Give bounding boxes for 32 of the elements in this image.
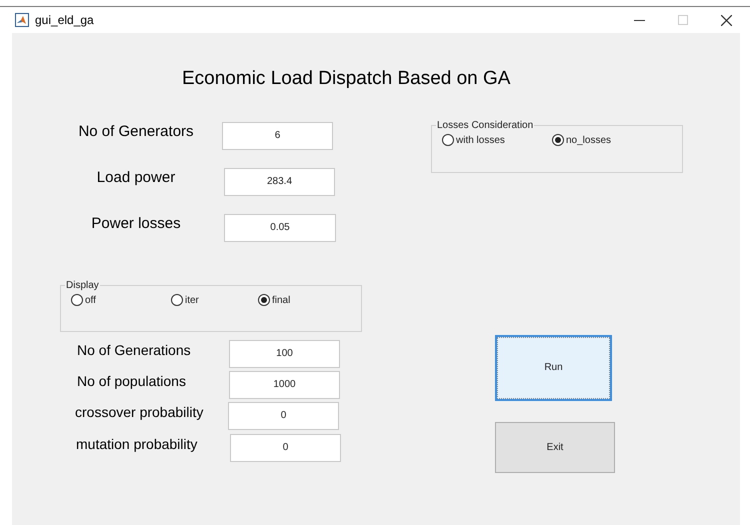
input-field[interactable]: 283.4 xyxy=(224,168,335,196)
field-label: No of Generations xyxy=(77,340,192,360)
action-button[interactable]: Exit xyxy=(495,422,615,472)
radio-label: no_losses xyxy=(566,134,612,148)
heading: Economic Load Dispatch Based on GA xyxy=(182,67,510,91)
radio-button[interactable] xyxy=(552,134,564,146)
input-field[interactable]: 0 xyxy=(228,402,339,430)
group-title: Display xyxy=(65,278,100,292)
field-label: No of Generators xyxy=(77,122,195,142)
input-field[interactable]: 100 xyxy=(229,340,340,368)
radio-button[interactable] xyxy=(171,294,183,306)
group-title: Losses Consideration xyxy=(436,118,534,132)
radio-button[interactable] xyxy=(258,294,270,306)
field-label: No of populations xyxy=(77,372,187,391)
window-title: gui_eld_ga xyxy=(35,12,94,29)
radio-label: iter xyxy=(185,294,199,308)
field-label: Power losses xyxy=(90,214,182,234)
radio-label: off xyxy=(85,294,96,308)
radio-label: with losses xyxy=(456,134,505,148)
close-icon[interactable] xyxy=(721,14,732,26)
radio-button[interactable] xyxy=(442,134,454,146)
input-field[interactable]: 6 xyxy=(222,122,333,150)
radio-label: final xyxy=(272,294,290,308)
field-label: Load power xyxy=(96,168,176,188)
input-field[interactable]: 1000 xyxy=(229,370,340,398)
field-label: crossover probability xyxy=(75,402,204,422)
radio-button[interactable] xyxy=(71,294,83,306)
action-button[interactable]: Run xyxy=(495,334,612,400)
app-logo-icon xyxy=(15,13,29,27)
input-field[interactable]: 0.05 xyxy=(224,214,336,242)
field-label: mutation probability xyxy=(76,434,198,454)
input-field[interactable]: 0 xyxy=(230,434,341,462)
